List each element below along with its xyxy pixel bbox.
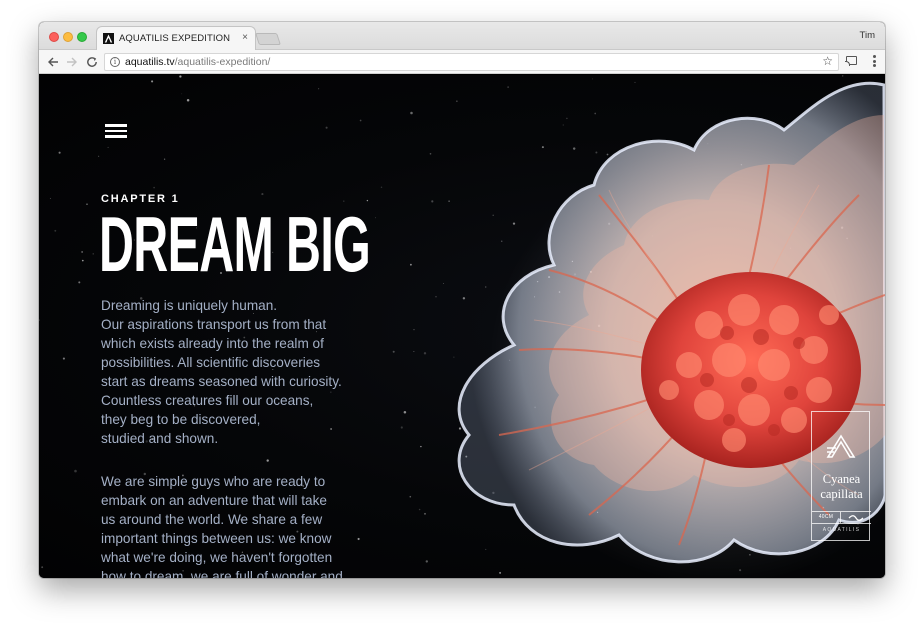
intro-paragraph: Dreaming is uniquely human. Our aspirati… [101,296,351,448]
particle-dot [151,80,154,83]
page-viewport: CHAPTER 1 DREAM BIG Dreaming is uniquely… [39,75,885,578]
wave-icon [848,515,864,521]
species-card-brand: AQUATILIS [822,527,861,533]
screenshot-stage: AQUATILIS EXPEDITION × Tim i aquatilis.t… [0,0,924,634]
particle-dot [54,229,57,232]
profile-name[interactable]: Tim [860,30,875,41]
text-line: start as dreams seasoned with curiosity. [101,374,342,389]
particle-dot [62,357,65,360]
species-genus: Cyanea [822,472,861,486]
back-arrow-icon[interactable] [45,54,61,70]
particle-dot [74,469,77,473]
text-line: embark on an adventure that will take [101,493,327,508]
particle-dot [318,88,320,90]
window-maximize-button[interactable] [77,32,87,42]
particle-dot [357,537,360,541]
text-line: Our aspirations transport us from that [101,317,327,332]
particle-dot [58,151,61,154]
tab-title: AQUATILIS EXPEDITION [119,33,231,44]
particle-dot [107,146,109,148]
address-bar[interactable]: i aquatilis.tv/aquatilis-expedition/ ☆ [104,53,839,71]
particle-dot [375,217,376,219]
particle-dot [41,566,44,569]
text-line: possibilities. All scientific discoverie… [101,355,321,370]
url-path: /aquatilis-expedition/ [174,56,271,68]
text-line: We are simple guys who are ready to [101,474,326,489]
aquatilis-favicon [103,33,114,44]
particle-dot [86,203,88,206]
url-text[interactable]: aquatilis.tv/aquatilis-expedition/ [125,56,270,68]
particle-dot [153,186,155,189]
kebab-menu-icon[interactable] [873,55,876,67]
cast-icon[interactable] [845,56,857,66]
text-line: which exists already into the realm of [101,336,324,351]
tab-strip: AQUATILIS EXPEDITION × Tim [39,22,885,51]
species-name: Cyanea capillata [812,472,871,502]
particle-dot [266,459,269,462]
text-line: important things between us: we know [101,531,332,546]
particle-dot [181,93,183,95]
species-card[interactable]: Cyanea capillata 40CM AQUATILIS [811,411,871,541]
info-icon[interactable]: i [110,57,120,67]
text-line: studied and shown. [101,431,219,446]
text-line: Dreaming is uniquely human. [101,298,278,313]
particle-dot [92,253,94,255]
particle-dot [81,251,83,253]
reload-icon[interactable] [84,54,100,70]
page-headline: DREAM BIG [99,200,371,288]
particle-dot [81,259,84,262]
second-paragraph: We are simple guys who are ready to emba… [101,472,351,578]
particle-dot [49,197,51,199]
tab-aquatilis-expedition[interactable]: AQUATILIS EXPEDITION × [96,26,256,51]
species-epithet: capillata [820,487,863,501]
star-icon[interactable]: ☆ [822,54,833,68]
particle-dot [186,98,190,102]
species-size: 40CM [812,512,841,523]
particle-dot [163,158,166,160]
particle-dot [78,281,81,284]
particle-dot [261,193,264,196]
browser-window: AQUATILIS EXPEDITION × Tim i aquatilis.t… [39,22,885,578]
particle-dot [325,126,328,129]
particle-dot [39,319,40,321]
browser-toolbar: i aquatilis.tv/aquatilis-expedition/ ☆ [39,50,885,74]
window-minimize-button[interactable] [63,32,73,42]
aquatilis-logo-icon [826,434,856,458]
window-close-button[interactable] [49,32,59,42]
particle-dot [359,119,362,122]
hamburger-menu-icon[interactable] [105,124,127,138]
species-info-row: 40CM [812,511,871,524]
text-line: what we're doing, we haven't forgotten [101,550,333,565]
url-host: aquatilis.tv [125,56,175,68]
tab-close-icon[interactable]: × [242,32,248,43]
new-tab-button[interactable] [255,33,281,45]
text-line: us around the world. We share a few [101,512,323,527]
text-line: how to dream, we are full of wonder and [101,569,343,578]
text-line: Countless creatures fill our oceans, [101,393,314,408]
text-line: they beg to be discovered, [101,412,261,427]
particle-dot [98,155,100,157]
particle-dot [380,186,383,189]
particle-dot [179,75,182,78]
forward-arrow-icon[interactable] [64,54,80,70]
